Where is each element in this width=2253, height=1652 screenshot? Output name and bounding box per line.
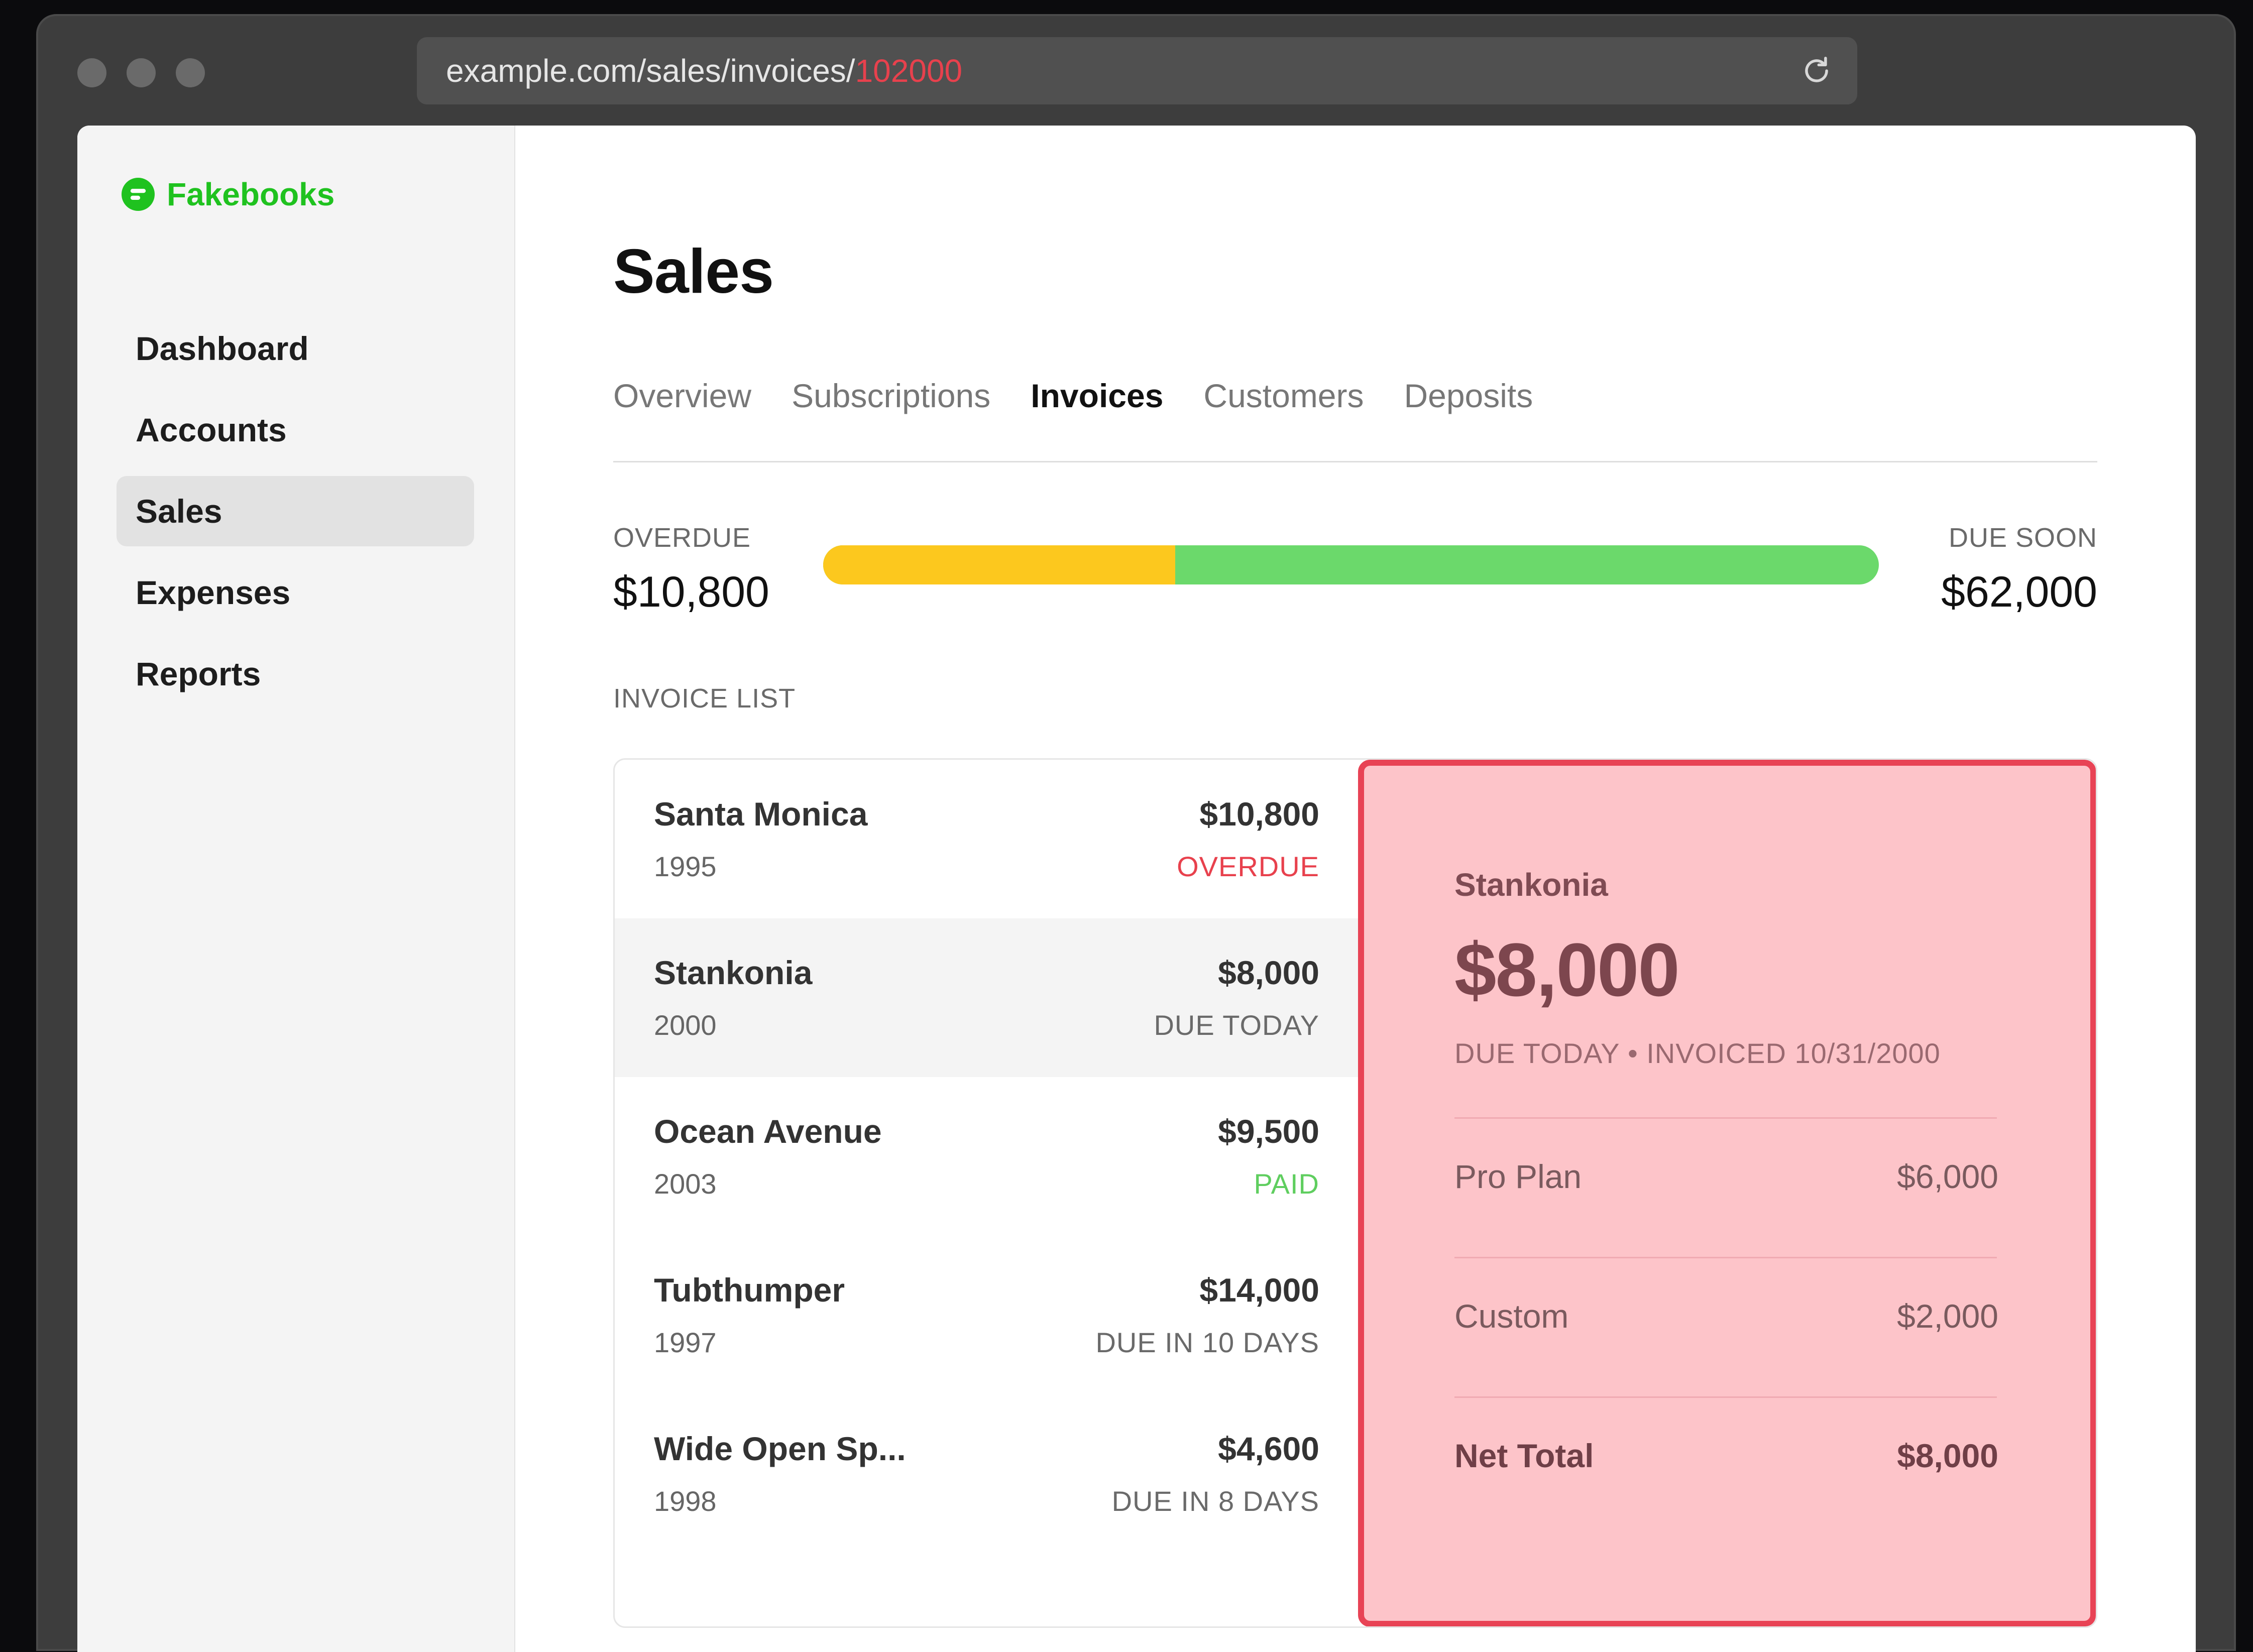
invoice-amount: $4,600 — [1218, 1430, 1319, 1467]
invoice-status: DUE TODAY — [1154, 1009, 1319, 1041]
brand-logo[interactable]: Fakebooks — [122, 176, 334, 213]
line-item-label: Custom — [1454, 1297, 1569, 1335]
tabs-divider — [613, 461, 2097, 462]
maximize-window-button[interactable] — [176, 58, 205, 87]
invoice-row-stankonia[interactable]: Stankonia 2000 $8,000 DUE TODAY — [615, 918, 1360, 1077]
invoice-year: 1995 — [654, 851, 717, 882]
detail-divider — [1454, 1396, 1997, 1398]
overdue-progress-fill — [823, 545, 1175, 584]
invoice-list-heading: INVOICE LIST — [613, 683, 796, 714]
invoice-year: 2003 — [654, 1168, 717, 1200]
detail-due-info: DUE TODAY • INVOICED 10/31/2000 — [1454, 1037, 1941, 1069]
brand-name: Fakebooks — [167, 176, 335, 212]
tab-invoices[interactable]: Invoices — [1031, 377, 1163, 415]
section-tabs: Overview Subscriptions Invoices Customer… — [613, 377, 1533, 415]
browser-window: example.com/sales/invoices/102000 Fakebo… — [36, 14, 2236, 1652]
invoice-card: Santa Monica 1995 $10,800 OVERDUE Stanko… — [613, 758, 2097, 1628]
page-title: Sales — [613, 237, 774, 306]
invoice-row-tubthumper[interactable]: Tubthumper 1997 $14,000 DUE IN 10 DAYS — [615, 1236, 1360, 1394]
invoice-status: PAID — [1254, 1168, 1319, 1200]
reload-icon[interactable] — [1798, 52, 1835, 89]
address-bar[interactable]: example.com/sales/invoices/102000 — [417, 37, 1857, 104]
invoice-status: OVERDUE — [1177, 851, 1319, 882]
invoice-row-santa-monica[interactable]: Santa Monica 1995 $10,800 OVERDUE — [615, 760, 1360, 918]
invoice-name: Wide Open Sp... — [654, 1430, 906, 1467]
net-total-value: $8,000 — [1897, 1437, 1998, 1474]
close-window-button[interactable] — [77, 58, 106, 87]
tab-subscriptions[interactable]: Subscriptions — [792, 377, 990, 415]
main-content: Sales Overview Subscriptions Invoices Cu… — [613, 126, 2097, 1652]
line-item-label: Pro Plan — [1454, 1158, 1582, 1195]
url-invoice-id: 102000 — [855, 53, 963, 89]
net-total-label: Net Total — [1454, 1437, 1594, 1474]
line-item-value: $6,000 — [1897, 1158, 1998, 1195]
invoice-detail-panel: Stankonia $8,000 DUE TODAY • INVOICED 10… — [1358, 760, 2096, 1626]
invoice-amount: $14,000 — [1199, 1271, 1319, 1309]
overdue-progress-bar — [823, 545, 1879, 584]
overdue-label: OVERDUE — [613, 523, 751, 553]
tab-overview[interactable]: Overview — [613, 377, 751, 415]
invoice-year: 1998 — [654, 1485, 717, 1517]
invoice-name: Stankonia — [654, 954, 813, 991]
tab-customers[interactable]: Customers — [1203, 377, 1364, 415]
invoice-amount: $8,000 — [1218, 954, 1319, 991]
sidebar-item-accounts[interactable]: Accounts — [117, 395, 474, 465]
sidebar-item-reports[interactable]: Reports — [117, 639, 474, 709]
invoice-year: 2000 — [654, 1009, 717, 1041]
detail-customer-name: Stankonia — [1454, 867, 1608, 903]
invoice-name: Ocean Avenue — [654, 1113, 882, 1150]
overdue-amount: $10,800 — [613, 568, 769, 616]
detail-amount: $8,000 — [1454, 927, 1680, 1012]
fakebooks-logo-icon — [122, 178, 155, 211]
detail-divider — [1454, 1117, 1997, 1119]
window-controls — [77, 58, 205, 87]
invoice-year: 1997 — [654, 1327, 717, 1358]
sidebar-item-sales[interactable]: Sales — [117, 476, 474, 546]
invoice-status: DUE IN 10 DAYS — [1095, 1327, 1319, 1358]
invoice-name: Santa Monica — [654, 795, 868, 833]
app-viewport: Fakebooks Dashboard Accounts Sales Expen… — [77, 126, 2196, 1652]
minimize-window-button[interactable] — [127, 58, 156, 87]
sidebar: Fakebooks Dashboard Accounts Sales Expen… — [77, 126, 515, 1652]
due-soon-label: DUE SOON — [1948, 523, 2097, 553]
due-soon-amount: $62,000 — [1941, 568, 2097, 616]
invoice-row-ocean-avenue[interactable]: Ocean Avenue 2003 $9,500 PAID — [615, 1077, 1360, 1236]
url-base: example.com/sales/invoices/ — [446, 53, 855, 89]
invoice-amount: $9,500 — [1218, 1113, 1319, 1150]
line-item-value: $2,000 — [1897, 1297, 1998, 1335]
invoice-amount: $10,800 — [1199, 795, 1319, 833]
invoice-status: DUE IN 8 DAYS — [1111, 1485, 1319, 1517]
invoice-name: Tubthumper — [654, 1271, 845, 1309]
tab-deposits[interactable]: Deposits — [1404, 377, 1533, 415]
invoice-row-wide-open-spaces[interactable]: Wide Open Sp... 1998 $4,600 DUE IN 8 DAY… — [615, 1394, 1360, 1553]
sidebar-nav: Dashboard Accounts Sales Expenses Report… — [117, 313, 474, 720]
sidebar-item-expenses[interactable]: Expenses — [117, 557, 474, 628]
invoice-list: Santa Monica 1995 $10,800 OVERDUE Stanko… — [615, 760, 1360, 1626]
sidebar-item-dashboard[interactable]: Dashboard — [117, 313, 474, 384]
detail-divider — [1454, 1257, 1997, 1258]
